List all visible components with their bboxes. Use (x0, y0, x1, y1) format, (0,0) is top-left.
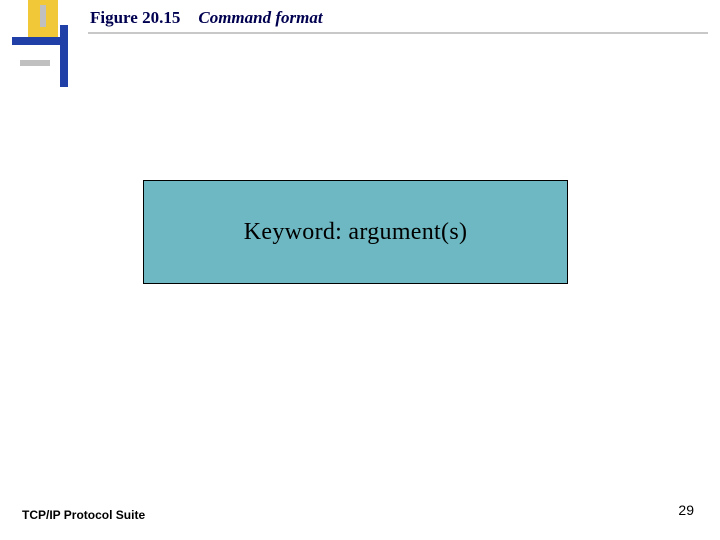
footer-source: TCP/IP Protocol Suite (22, 508, 145, 522)
title-underline (88, 32, 708, 34)
gray-bar-horizontal-icon (20, 60, 50, 66)
blue-bar-vertical-icon (60, 25, 68, 87)
command-format-text: Keyword: argument(s) (244, 219, 468, 246)
figure-title: Command format (198, 8, 322, 28)
slide-header: Figure 20.15 Command format (90, 8, 323, 28)
page-number: 29 (678, 502, 694, 518)
gray-bar-icon (40, 5, 46, 27)
slide-corner-decoration (0, 0, 80, 95)
figure-number: Figure 20.15 (90, 8, 180, 28)
command-format-box: Keyword: argument(s) (143, 180, 568, 284)
